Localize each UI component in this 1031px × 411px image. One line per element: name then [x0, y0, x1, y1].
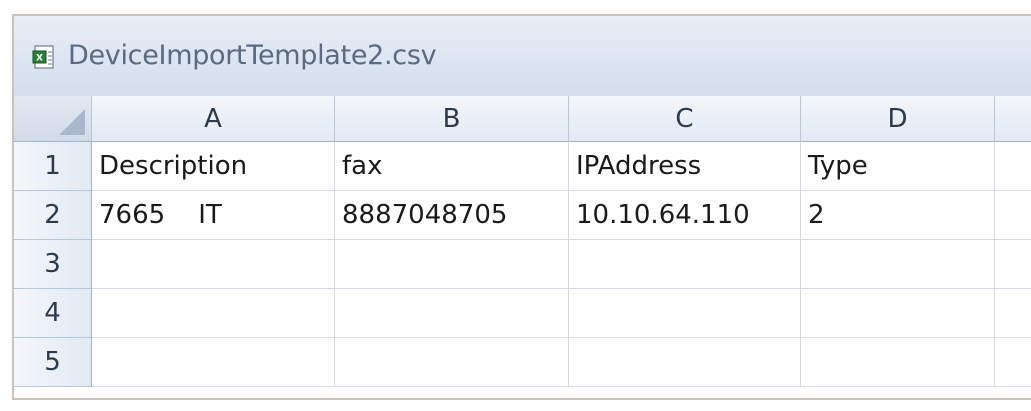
column-header-a[interactable]: A	[92, 96, 335, 142]
cell-b2[interactable]: 8887048705	[335, 191, 569, 240]
column-header-c[interactable]: C	[569, 96, 801, 142]
cell-e5[interactable]	[995, 338, 1031, 387]
cell-d2[interactable]: 2	[801, 191, 995, 240]
row-header-5[interactable]: 5	[14, 338, 92, 387]
column-header-d[interactable]: D	[801, 96, 995, 142]
cell-e4[interactable]	[995, 289, 1031, 338]
cell-c5[interactable]	[569, 338, 801, 387]
svg-text:X: X	[36, 54, 43, 64]
cell-d5[interactable]	[801, 338, 995, 387]
cell-e1[interactable]	[995, 142, 1031, 191]
spreadsheet-grid: A B C D 1 Description fax IPAddress Type…	[14, 96, 1031, 398]
table-row: 2 7665 IT 8887048705 10.10.64.110 2	[14, 191, 1031, 240]
table-row: 4	[14, 289, 1031, 338]
cell-e2[interactable]	[995, 191, 1031, 240]
window-title: DeviceImportTemplate2.csv	[68, 40, 437, 71]
cell-b1[interactable]: fax	[335, 142, 569, 191]
cell-a3[interactable]	[92, 240, 335, 289]
cell-c2[interactable]: 10.10.64.110	[569, 191, 801, 240]
column-header-e[interactable]	[995, 96, 1031, 142]
screenshot-frame: X DeviceImportTemplate2.csv A B C D 1 De…	[0, 0, 1031, 411]
row-header-1[interactable]: 1	[14, 142, 92, 191]
cell-c1[interactable]: IPAddress	[569, 142, 801, 191]
table-row: 5	[14, 338, 1031, 387]
row-header-4[interactable]: 4	[14, 289, 92, 338]
column-header-row: A B C D	[14, 96, 1031, 142]
cell-c4[interactable]	[569, 289, 801, 338]
cell-b5[interactable]	[335, 338, 569, 387]
cell-b4[interactable]	[335, 289, 569, 338]
select-all-corner[interactable]	[14, 96, 92, 142]
cell-a1[interactable]: Description	[92, 142, 335, 191]
row-header-2[interactable]: 2	[14, 191, 92, 240]
row-header-3[interactable]: 3	[14, 240, 92, 289]
title-bar[interactable]: X DeviceImportTemplate2.csv	[14, 16, 1031, 96]
cell-d1[interactable]: Type	[801, 142, 995, 191]
excel-csv-file-icon: X	[32, 45, 54, 69]
cell-c3[interactable]	[569, 240, 801, 289]
table-row: 1 Description fax IPAddress Type	[14, 142, 1031, 191]
cell-a2[interactable]: 7665 IT	[92, 191, 335, 240]
select-all-triangle-icon	[59, 109, 85, 135]
cell-a4[interactable]	[92, 289, 335, 338]
cell-b3[interactable]	[335, 240, 569, 289]
table-row: 3	[14, 240, 1031, 289]
cell-e3[interactable]	[995, 240, 1031, 289]
cell-a5[interactable]	[92, 338, 335, 387]
cell-d4[interactable]	[801, 289, 995, 338]
cell-d3[interactable]	[801, 240, 995, 289]
spreadsheet-window: X DeviceImportTemplate2.csv A B C D 1 De…	[12, 14, 1031, 400]
column-header-b[interactable]: B	[335, 96, 569, 142]
